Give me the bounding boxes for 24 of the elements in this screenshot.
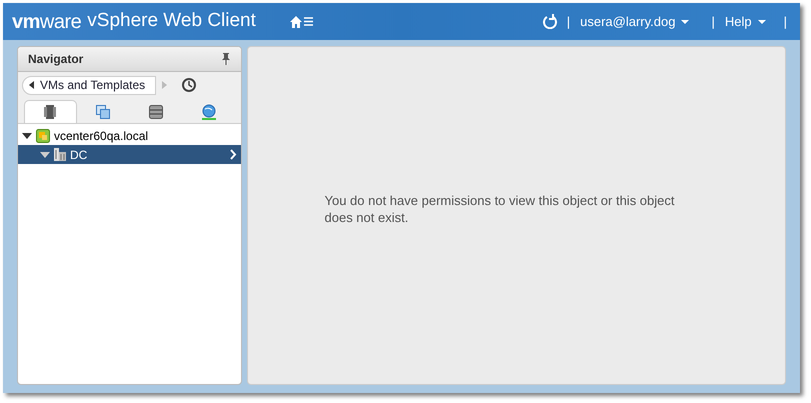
panel-title: Navigator	[28, 51, 84, 68]
help-menu[interactable]: Help	[724, 12, 766, 32]
logo: vmware	[12, 10, 82, 34]
database-icon	[148, 104, 163, 118]
history-icon[interactable]	[181, 77, 198, 93]
building-icon	[54, 148, 66, 161]
server-icon	[44, 105, 56, 119]
chevron-right-icon[interactable]	[230, 149, 237, 160]
separator: |	[784, 12, 787, 31]
globe-icon	[200, 104, 217, 120]
tree-item[interactable]: DC	[18, 145, 241, 164]
separator: |	[711, 12, 715, 31]
navigator-tab[interactable]	[24, 100, 77, 123]
home-menu-icon[interactable]	[290, 16, 313, 28]
refresh-icon[interactable]	[542, 14, 557, 29]
product-title: vSphere Web Client	[87, 9, 256, 34]
user-menu[interactable]: usera@larry.dog	[580, 12, 690, 32]
separator: |	[566, 12, 570, 31]
vcenter-icon	[36, 128, 50, 142]
pin-icon[interactable]	[221, 53, 231, 65]
vm-icon	[96, 104, 110, 118]
tree-item[interactable]: vcenter60qa.local	[18, 126, 241, 145]
back-button[interactable]: VMs and Templates	[22, 76, 156, 94]
permission-message: You do not have permissions to view this object or this object does not exist.	[324, 192, 676, 226]
